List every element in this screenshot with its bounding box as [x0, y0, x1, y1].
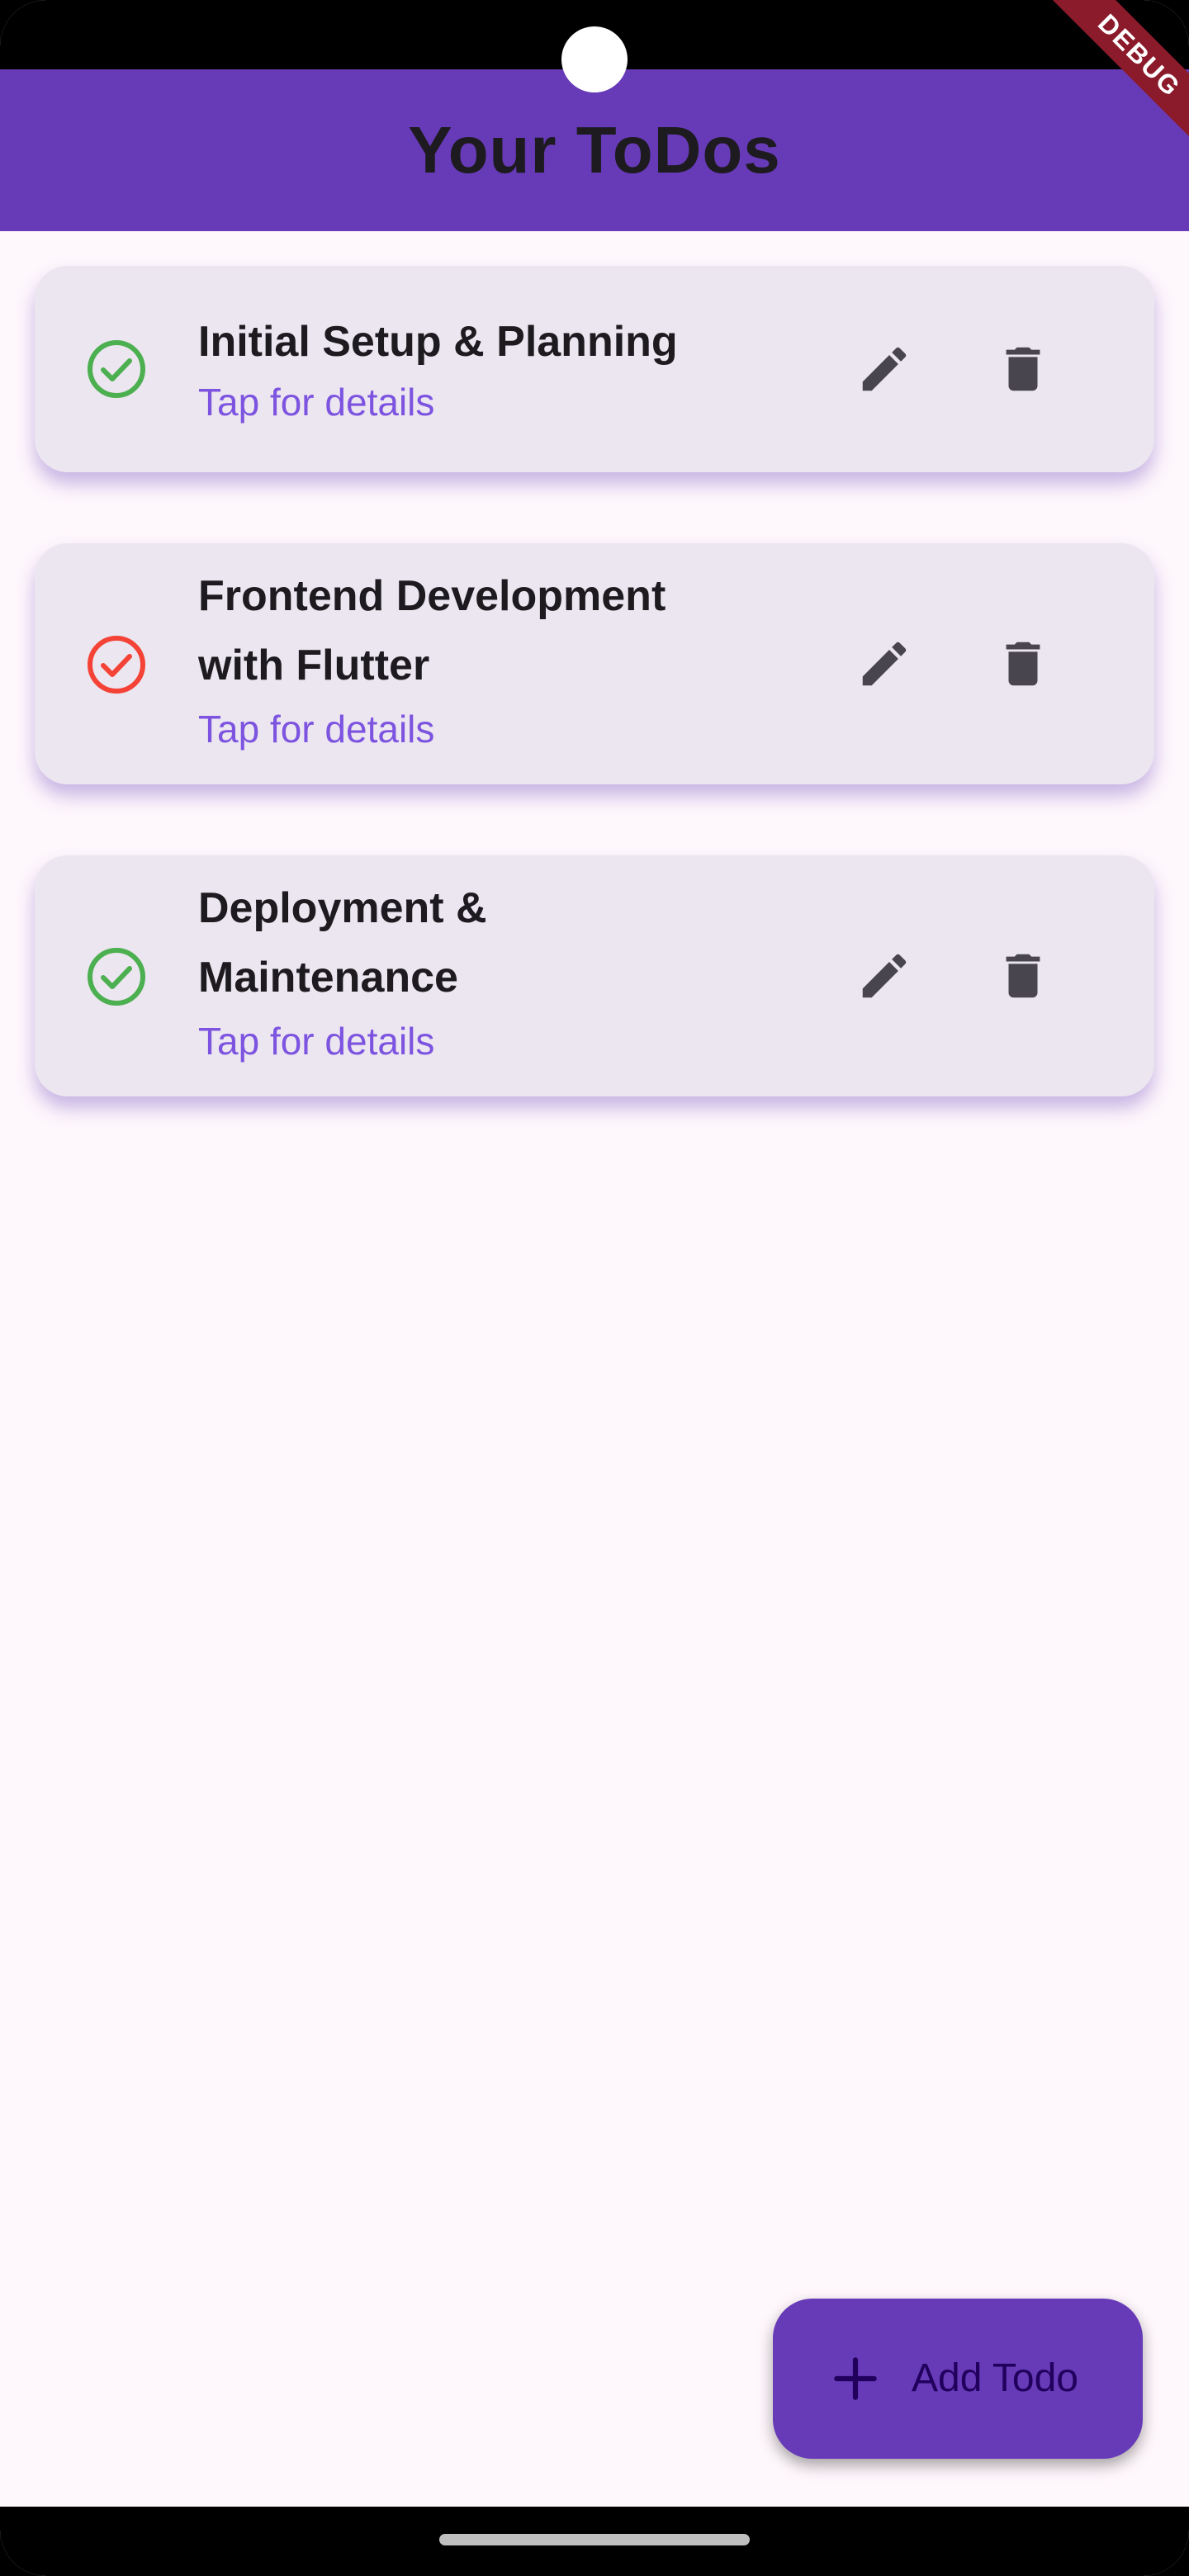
todo-subtitle[interactable]: Tap for details: [198, 376, 760, 428]
delete-button[interactable]: [986, 627, 1060, 701]
pencil-icon: [862, 347, 907, 391]
trash-icon: [1006, 954, 1040, 998]
check-circle-icon[interactable]: [86, 634, 147, 695]
front-camera: [561, 26, 628, 92]
check-circle-icon[interactable]: [86, 339, 147, 400]
trash-icon: [1006, 347, 1040, 391]
todo-text: Deployment & Maintenance Tap for details: [198, 874, 760, 1070]
edit-button[interactable]: [847, 332, 921, 406]
pencil-icon: [862, 954, 907, 998]
app-bar: Your ToDos: [0, 69, 1189, 231]
todo-text: Initial Setup & Planning Tap for details: [198, 307, 760, 428]
todo-title-line: Maintenance: [198, 954, 458, 1002]
edit-button[interactable]: [847, 627, 921, 701]
page-title: Your ToDos: [408, 113, 781, 187]
trash-icon: [1006, 642, 1040, 686]
todo-title-line: Frontend Development: [198, 572, 666, 620]
todo-title-line: Deployment &: [198, 884, 487, 932]
todo-card[interactable]: Frontend Development with Flutter Tap fo…: [35, 543, 1154, 784]
add-todo-label: Add Todo: [912, 2356, 1078, 2400]
home-indicator[interactable]: [439, 2534, 750, 2545]
app-screen: DEBUG Your ToDos Initial Setup & Plannin…: [0, 0, 1189, 2576]
todo-card[interactable]: Deployment & Maintenance Tap for details: [35, 855, 1154, 1096]
todo-subtitle[interactable]: Tap for details: [198, 700, 760, 758]
todo-title-line: with Flutter: [198, 642, 430, 689]
plus-icon: [834, 2357, 877, 2400]
delete-button[interactable]: [986, 332, 1060, 406]
check-circle-icon[interactable]: [86, 946, 147, 1007]
delete-button[interactable]: [986, 939, 1060, 1013]
edit-button[interactable]: [847, 939, 921, 1013]
todo-subtitle[interactable]: Tap for details: [198, 1012, 760, 1070]
add-todo-button[interactable]: Add Todo: [773, 2299, 1143, 2459]
pencil-icon: [862, 642, 907, 686]
todo-card[interactable]: Initial Setup & Planning Tap for details: [35, 266, 1154, 472]
todo-title: Initial Setup & Planning: [198, 318, 678, 366]
todo-text: Frontend Development with Flutter Tap fo…: [198, 561, 760, 758]
